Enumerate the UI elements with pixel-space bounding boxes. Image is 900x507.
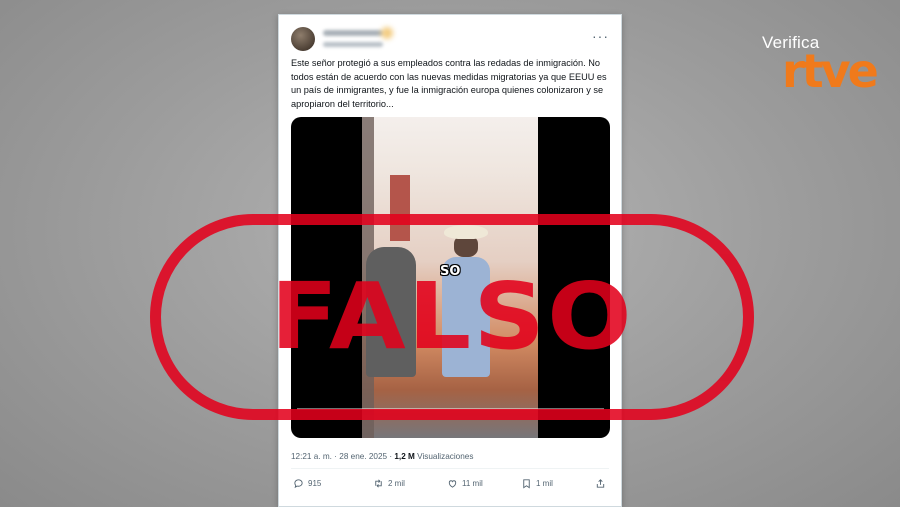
share-icon (596, 478, 605, 488)
tweet-date[interactable]: 28 ene. 2025 (339, 452, 387, 461)
like-icon (448, 479, 457, 488)
blurred-display-name[interactable] (323, 30, 383, 36)
tweet-action-bar: 915 2 mil 11 mil 1 mil (291, 475, 609, 491)
repost-icon (375, 479, 382, 487)
repost-count: 2 mil (388, 478, 405, 488)
tweet-time[interactable]: 12:21 a. m. (291, 452, 332, 461)
falso-stamp-text: FALSO (270, 263, 634, 370)
reply-button[interactable]: 915 (293, 475, 321, 491)
blurred-username[interactable] (323, 42, 383, 47)
falso-stamp: FALSO (150, 214, 754, 420)
share-button[interactable] (595, 475, 606, 491)
more-icon[interactable]: ··· (592, 29, 609, 43)
avatar[interactable] (291, 27, 315, 51)
tweet-header: ··· (291, 25, 611, 55)
screenshot-stage: ··· Este señor protegió a sus empleados … (0, 0, 900, 507)
bookmark-icon (523, 478, 530, 488)
bookmark-button[interactable]: 1 mil (521, 475, 553, 491)
reply-icon (294, 478, 303, 488)
tweet-meta: 12:21 a. m. · 28 ene. 2025 · 1,2 M Visua… (291, 452, 609, 461)
tweet-text: Este señor protegió a sus empleados cont… (291, 58, 607, 109)
meta-separator: · (389, 452, 393, 461)
meta-separator: · (334, 452, 337, 461)
views-count: 1,2 M (394, 452, 415, 461)
views-label: Visualizaciones (417, 452, 474, 461)
rtve-logo: rtve (782, 44, 879, 98)
like-button[interactable]: 11 mil (447, 475, 483, 491)
divider (291, 468, 609, 469)
bookmark-count: 1 mil (536, 478, 553, 488)
like-count: 11 mil (462, 478, 483, 488)
repost-button[interactable]: 2 mil (373, 475, 405, 491)
reply-count: 915 (308, 478, 322, 488)
